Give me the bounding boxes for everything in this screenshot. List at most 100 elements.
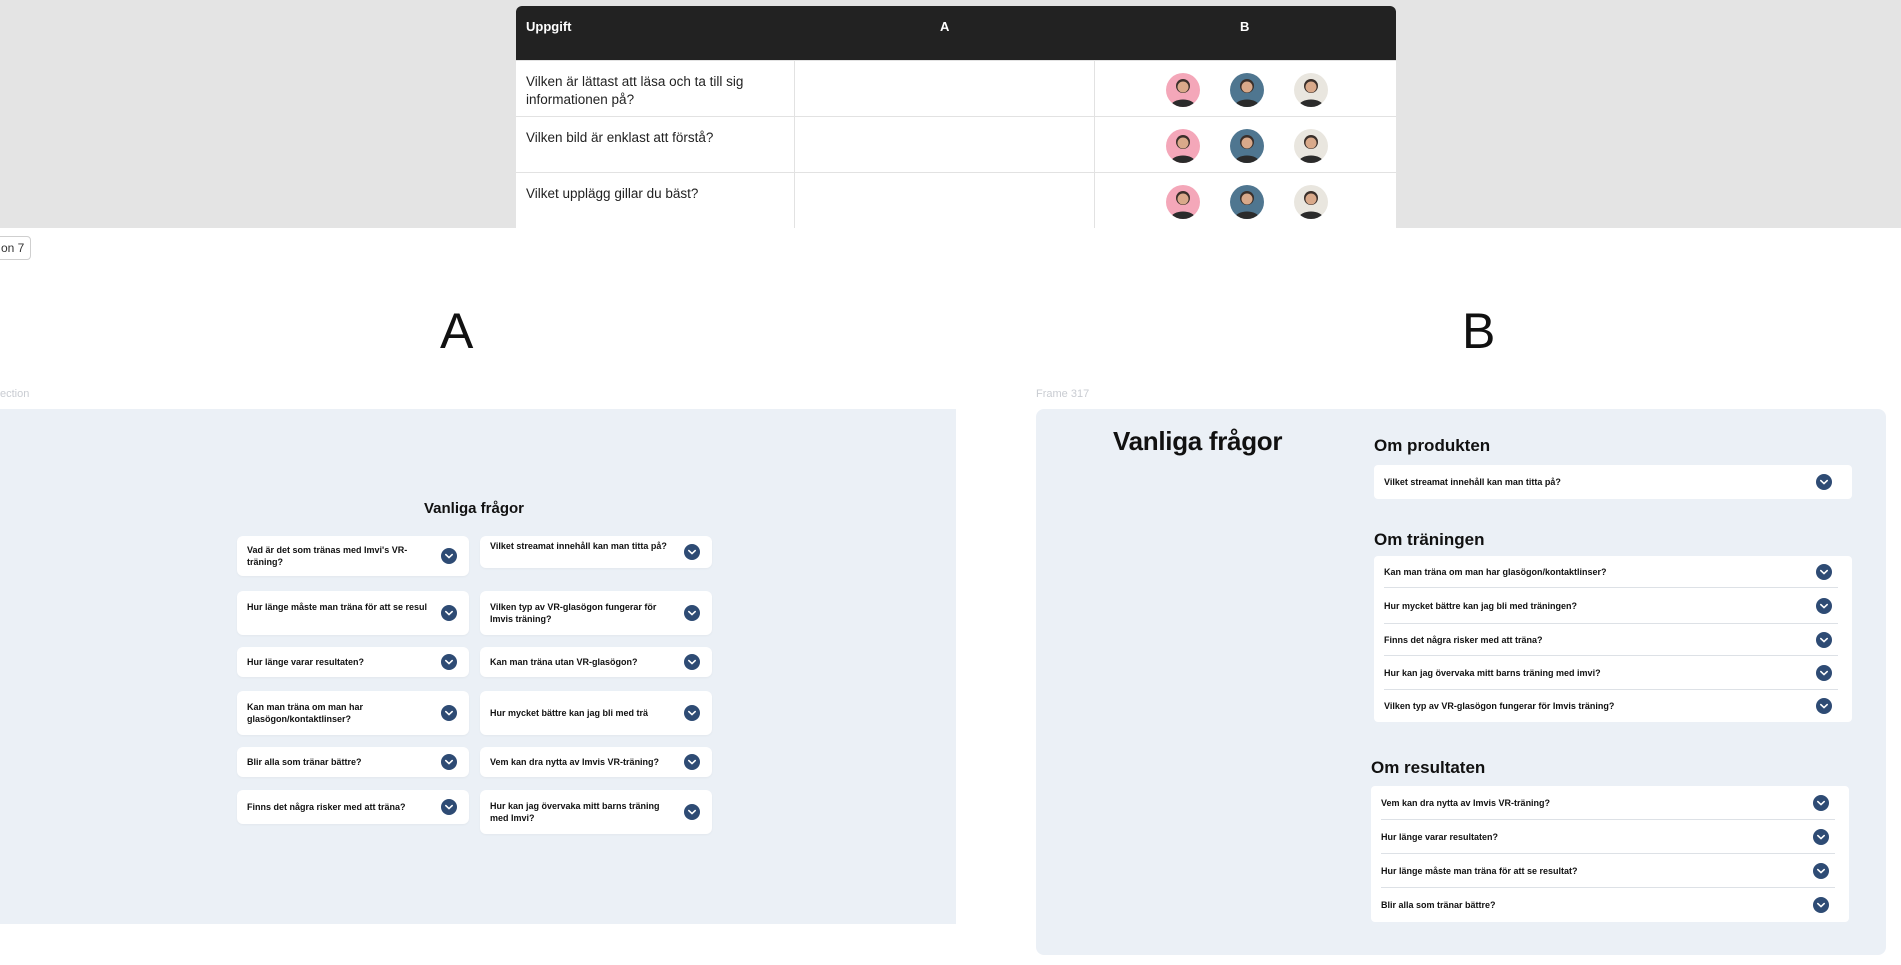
- faq-question: Vilken typ av VR-glasögon fungerar för I…: [490, 602, 657, 624]
- faq-question: Hur länge varar resultaten?: [1381, 832, 1499, 842]
- chevron-down-icon[interactable]: [1816, 698, 1832, 714]
- person-avatar-icon: [1230, 185, 1264, 219]
- faq-question: Vilken typ av VR-glasögon fungerar för I…: [1384, 701, 1615, 711]
- faq-question: Blir alla som tränar bättre?: [247, 757, 362, 767]
- faq-group: Vilket streamat innehåll kan man titta p…: [1374, 465, 1852, 499]
- faq-question: Hur mycket bättre kan jag bli med tränin…: [1384, 601, 1578, 611]
- faq-question: Vilket streamat innehåll kan man titta p…: [1384, 477, 1561, 487]
- chevron-down-icon[interactable]: [1816, 474, 1832, 490]
- faq-question: Kan man träna utan VR-glasögon?: [490, 657, 638, 667]
- faq-card[interactable]: Hur kan jag övervaka mitt barns träning …: [480, 790, 712, 834]
- chevron-down-icon[interactable]: [441, 754, 457, 770]
- chevron-down-icon[interactable]: [684, 804, 700, 820]
- variant-a-letter: A: [440, 303, 474, 359]
- frame-label-a[interactable]: ection: [0, 388, 29, 400]
- faq-title-a: Vanliga frågor: [423, 500, 525, 517]
- faq-question: Hur mycket bättre kan jag bli med trä: [490, 708, 649, 718]
- faq-question: Hur kan jag övervaka mitt barns träning …: [490, 801, 660, 823]
- faq-question: Hur länge måste man träna för att se res…: [247, 602, 428, 612]
- faq-card[interactable]: Finns det några risker med att träna?: [237, 790, 469, 824]
- variant-b-letter: B: [1462, 303, 1496, 359]
- chevron-down-icon[interactable]: [441, 654, 457, 670]
- chevron-down-icon[interactable]: [684, 544, 700, 560]
- person-avatar-icon: [1166, 129, 1200, 163]
- faq-card[interactable]: Hur mycket bättre kan jag bli med trä: [480, 691, 712, 735]
- person-avatar-icon: [1294, 129, 1328, 163]
- person-avatar-icon: [1294, 185, 1328, 219]
- chevron-down-icon[interactable]: [1813, 897, 1829, 913]
- table-header: Uppgift A B: [516, 6, 1396, 60]
- chevron-down-icon[interactable]: [684, 654, 700, 670]
- header-task: Uppgift: [526, 19, 572, 34]
- table-row: Vilken är lättast att läsa och ta till s…: [516, 60, 1396, 117]
- faq-card[interactable]: Hur länge måste man träna för att se res…: [237, 591, 469, 635]
- faq-accordion-item[interactable]: Hur länge måste man träna för att se res…: [1371, 854, 1849, 888]
- faq-card[interactable]: Kan man träna om man har glasögon/kontak…: [237, 691, 469, 735]
- faq-question: Hur kan jag övervaka mitt barns träning …: [1384, 668, 1601, 678]
- chevron-down-icon[interactable]: [441, 605, 457, 621]
- faq-question: Kan man träna om man har glasögon/kontak…: [247, 702, 364, 724]
- faq-group: Kan man träna om man har glasögon/kontak…: [1374, 556, 1852, 722]
- faq-card[interactable]: Blir alla som tränar bättre?: [237, 747, 469, 777]
- faq-title-b: Vanliga frågor: [1113, 426, 1283, 456]
- chevron-down-icon[interactable]: [684, 705, 700, 721]
- person-avatar-icon: [1230, 129, 1264, 163]
- task-cell: Vilket upplägg gillar du bäst?: [526, 186, 699, 201]
- faq-question: Vad är det som tränas med Imvi's VR-trän…: [247, 545, 408, 567]
- faq-question: Vilket streamat innehåll kan man titta p…: [490, 541, 667, 551]
- faq-card[interactable]: Vilken typ av VR-glasögon fungerar för I…: [480, 591, 712, 635]
- person-avatar-icon: [1166, 73, 1200, 107]
- faq-group: Vem kan dra nytta av Imvis VR-träning? Hu…: [1371, 786, 1849, 922]
- faq-question: Finns det några risker med att träna?: [1384, 635, 1543, 645]
- faq-card[interactable]: Hur länge varar resultaten?: [237, 647, 469, 677]
- section-label-chip[interactable]: on 7: [0, 236, 32, 260]
- chevron-down-icon[interactable]: [1813, 829, 1829, 845]
- faq-question: Kan man träna om man har glasögon/kontak…: [1384, 567, 1607, 577]
- faq-question: Finns det några risker med att träna?: [247, 802, 406, 812]
- chevron-down-icon[interactable]: [1816, 632, 1832, 648]
- faq-group-title: Om resultaten: [1371, 758, 1486, 777]
- faq-card[interactable]: Vad är det som tränas med Imvi's VR-trän…: [237, 536, 469, 576]
- faq-accordion-item[interactable]: Hur länge varar resultaten?: [1371, 820, 1849, 854]
- faq-group-title: Om träningen: [1374, 530, 1485, 549]
- task-cell: Vilken är lättast att läsa och ta till s…: [526, 74, 744, 107]
- faq-question: Blir alla som tränar bättre?: [1381, 900, 1496, 910]
- faq-accordion-item[interactable]: Kan man träna om man har glasögon/kontak…: [1374, 556, 1852, 588]
- frame-label-b[interactable]: Frame 317: [1036, 388, 1089, 400]
- header-b: B: [1240, 19, 1250, 34]
- faq-question: Hur länge måste man träna för att se res…: [1381, 866, 1578, 876]
- faq-accordion-item[interactable]: Hur kan jag övervaka mitt barns träning …: [1374, 656, 1852, 690]
- faq-accordion-item[interactable]: Vilken typ av VR-glasögon fungerar för I…: [1374, 690, 1852, 722]
- faq-card[interactable]: Vem kan dra nytta av Imvis VR-träning?: [480, 747, 712, 777]
- chevron-down-icon[interactable]: [1813, 863, 1829, 879]
- table-row: Vilken bild är enklast att förstå?: [516, 116, 1396, 173]
- faq-card[interactable]: Vilket streamat innehåll kan man titta p…: [480, 536, 712, 568]
- faq-card[interactable]: Kan man träna utan VR-glasögon?: [480, 647, 712, 677]
- chevron-down-icon[interactable]: [684, 605, 700, 621]
- chevron-down-icon[interactable]: [1816, 598, 1832, 614]
- chevron-down-icon[interactable]: [441, 799, 457, 815]
- faq-question: Vem kan dra nytta av Imvis VR-träning?: [1381, 798, 1551, 808]
- header-a: A: [940, 19, 950, 34]
- chevron-down-icon[interactable]: [1813, 795, 1829, 811]
- person-avatar-icon: [1230, 73, 1264, 107]
- faq-accordion-item[interactable]: Finns det några risker med att träna?: [1374, 624, 1852, 656]
- table-row: Vilket upplägg gillar du bäst?: [516, 172, 1396, 228]
- comparison-table: Uppgift A B Vilken är lättast att läsa o…: [516, 6, 1396, 228]
- faq-question: Hur länge varar resultaten?: [247, 657, 365, 667]
- faq-frame-a: [0, 409, 956, 924]
- faq-question: Vem kan dra nytta av Imvis VR-träning?: [490, 757, 660, 767]
- task-cell: Vilken bild är enklast att förstå?: [526, 130, 714, 145]
- chevron-down-icon[interactable]: [441, 548, 457, 564]
- faq-accordion-item[interactable]: Hur mycket bättre kan jag bli med tränin…: [1374, 588, 1852, 624]
- faq-accordion-item[interactable]: Vilket streamat innehåll kan man titta p…: [1374, 465, 1852, 499]
- person-avatar-icon: [1294, 73, 1328, 107]
- faq-group-title: Om produkten: [1374, 436, 1491, 455]
- faq-accordion-item[interactable]: Blir alla som tränar bättre?: [1371, 888, 1849, 922]
- chevron-down-icon[interactable]: [1816, 665, 1832, 681]
- faq-accordion-item[interactable]: Vem kan dra nytta av Imvis VR-träning?: [1371, 786, 1849, 820]
- person-avatar-icon: [1166, 185, 1200, 219]
- chevron-down-icon[interactable]: [1816, 564, 1832, 580]
- chevron-down-icon[interactable]: [441, 705, 457, 721]
- chevron-down-icon[interactable]: [684, 754, 700, 770]
